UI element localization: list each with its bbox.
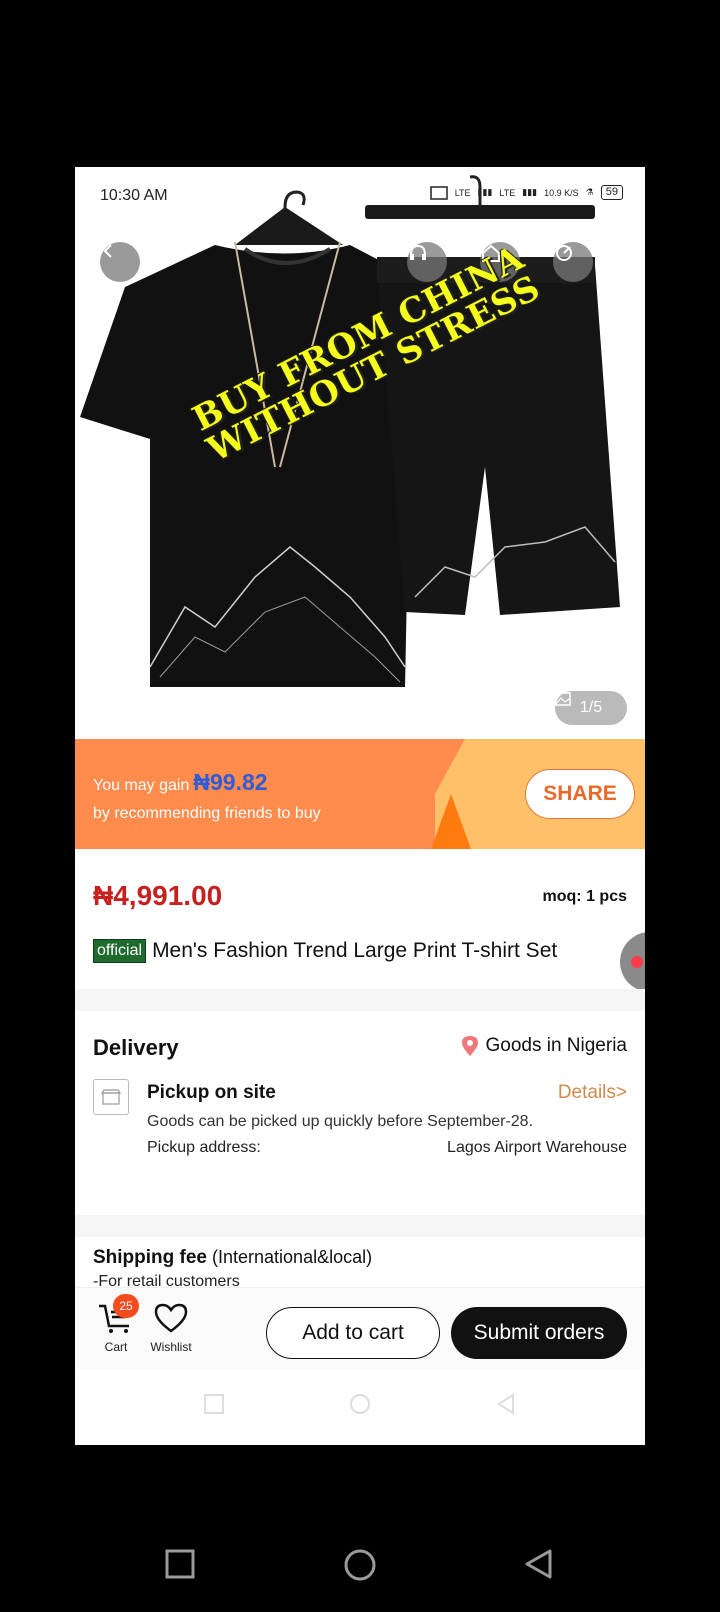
product-image[interactable]: BUY FROM CHINA WITHOUT STRESS 1/5 (75, 167, 645, 739)
submit-orders-button[interactable]: Submit orders (451, 1307, 627, 1359)
delivery-heading: Delivery (93, 1035, 179, 1060)
pickup-address-label: Pickup address: (147, 1139, 261, 1156)
cart-button[interactable]: Cart 25 (95, 1294, 139, 1354)
network-2: LTE (499, 187, 516, 198)
network-1: LTE (454, 187, 471, 198)
referral-subtext: by recommending friends to buy (93, 805, 321, 822)
wishlist-label: Wishlist (150, 1340, 192, 1354)
status-bar: 10:30 AM LTE ▮▮▮ LTE ▮▮▮ 10.9 K/S ⚗ 59 (75, 167, 645, 211)
net-speed: 10.9 K/S (544, 187, 579, 198)
signal-icon: ▮▮▮ (477, 187, 493, 197)
signal-icon: ▮▮▮ (522, 187, 538, 197)
pickup-title: Pickup on site (147, 1082, 276, 1103)
image-icon (555, 692, 571, 706)
floating-assist-button[interactable] (620, 932, 645, 992)
share-icon (556, 245, 572, 261)
cart-count-badge: 25 (113, 1294, 139, 1318)
cart-label: Cart (104, 1340, 128, 1354)
home-nav-icon[interactable] (349, 1393, 371, 1415)
chevron-left-icon (103, 244, 112, 258)
back-button[interactable] (100, 242, 140, 282)
share-button[interactable]: SHARE (525, 769, 635, 819)
system-nav-bar (0, 1510, 720, 1612)
app-screen: BUY FROM CHINA WITHOUT STRESS 1/5 10:30 … (75, 167, 645, 1445)
referral-text: You may gain ₦99.82 (93, 769, 268, 795)
home-nav-icon[interactable] (343, 1548, 377, 1582)
add-to-cart-button[interactable]: Add to cart (266, 1307, 440, 1359)
pickup-description: Goods can be picked up quickly before Se… (147, 1113, 534, 1130)
share-link-button[interactable] (553, 242, 593, 282)
referral-banner: You may gain ₦99.82 by recommending frien… (75, 739, 645, 849)
battery-indicator: 59 (600, 185, 623, 200)
moq-label: moq: 1 pcs (542, 888, 627, 905)
official-badge: official (93, 939, 147, 963)
status-time: 10:30 AM (100, 187, 168, 204)
cast-icon (429, 185, 448, 200)
divider (75, 1215, 645, 1237)
heart-icon (154, 1303, 188, 1333)
flask-icon: ⚗ (585, 187, 594, 197)
product-title-row: official Men's Fashion Trend Large Print… (93, 939, 557, 963)
location-pin-icon (462, 1036, 479, 1056)
divider (75, 989, 645, 1011)
headset-icon (410, 244, 426, 260)
shipping-heading: Shipping fee (International&local) (93, 1247, 373, 1268)
product-title: Men's Fashion Trend Large Print T-shirt … (152, 939, 558, 962)
back-nav-icon[interactable] (495, 1393, 517, 1415)
recents-icon[interactable] (203, 1393, 225, 1415)
back-nav-icon[interactable] (522, 1548, 554, 1580)
recents-icon[interactable] (164, 1548, 196, 1580)
store-icon (93, 1079, 129, 1115)
goods-location: Goods in Nigeria (461, 1035, 627, 1057)
wishlist-button[interactable]: Wishlist (145, 1302, 197, 1354)
bottom-action-bar: Cart 25 Wishlist Add to cart Submit orde… (75, 1287, 645, 1369)
pickup-address-value: Lagos Airport Warehouse (447, 1139, 627, 1156)
image-counter: 1/5 (555, 691, 627, 725)
referral-amount: ₦99.82 (193, 769, 268, 795)
inner-nav-bar (75, 1369, 645, 1445)
product-price: ₦4,991.00 (93, 880, 223, 911)
details-link[interactable]: Details> (558, 1082, 627, 1104)
